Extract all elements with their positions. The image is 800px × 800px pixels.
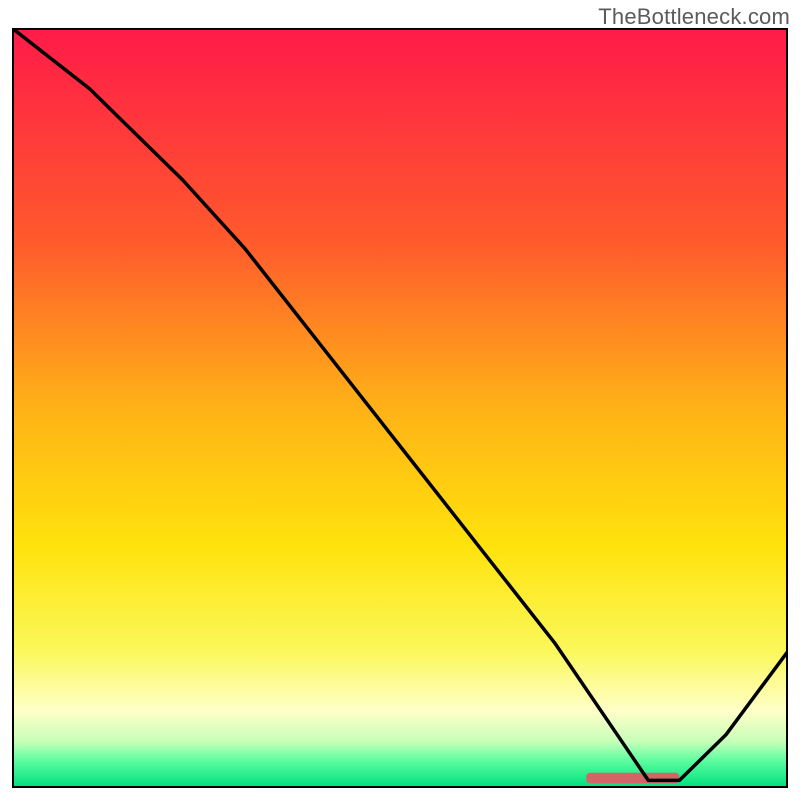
gradient-background — [13, 29, 787, 787]
chart-container: { "watermark": "TheBottleneck.com", "col… — [0, 0, 800, 800]
bottleneck-chart — [12, 28, 788, 788]
watermark-text: TheBottleneck.com — [598, 4, 790, 30]
